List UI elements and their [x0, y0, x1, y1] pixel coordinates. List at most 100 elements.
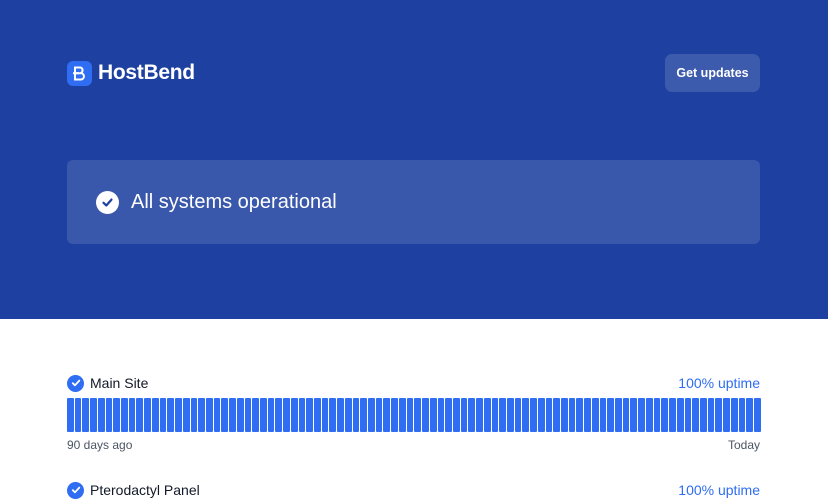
uptime-day-bar[interactable] — [113, 398, 121, 432]
uptime-day-bar[interactable] — [198, 398, 205, 432]
uptime-day-bar[interactable] — [676, 398, 684, 432]
uptime-day-bar[interactable] — [545, 398, 553, 432]
uptime-day-bar[interactable] — [175, 398, 182, 432]
uptime-day-bar[interactable] — [638, 398, 645, 432]
uptime-day-bar[interactable] — [715, 398, 723, 432]
uptime-day-bar[interactable] — [506, 398, 514, 432]
uptime-day-bar[interactable] — [530, 398, 537, 432]
uptime-day-bar[interactable] — [128, 398, 136, 432]
uptime-day-bar[interactable] — [383, 398, 391, 432]
uptime-day-bar[interactable] — [738, 398, 746, 432]
uptime-day-bar[interactable] — [221, 398, 229, 432]
uptime-day-bar[interactable] — [321, 398, 329, 432]
uptime-day-bar[interactable] — [707, 398, 715, 432]
uptime-day-bar[interactable] — [476, 398, 483, 432]
uptime-day-bar[interactable] — [105, 398, 113, 432]
uptime-day-bar[interactable] — [437, 398, 445, 432]
uptime-day-bar[interactable] — [375, 398, 383, 432]
uptime-day-bar[interactable] — [414, 398, 422, 432]
uptime-day-bar[interactable] — [398, 398, 406, 432]
uptime-day-bar[interactable] — [167, 398, 175, 432]
uptime-day-bar[interactable] — [746, 398, 753, 432]
uptime-day-bar[interactable] — [460, 398, 468, 432]
uptime-day-bar[interactable] — [730, 398, 738, 432]
brand-logo[interactable]: HostBend — [67, 60, 195, 86]
uptime-day-bar[interactable] — [74, 398, 82, 432]
uptime-day-bar[interactable] — [406, 398, 414, 432]
uptime-day-bar[interactable] — [259, 398, 267, 432]
uptime-day-bar[interactable] — [630, 398, 638, 432]
uptime-day-bar[interactable] — [352, 398, 360, 432]
uptime-day-bar[interactable] — [329, 398, 337, 432]
hero-banner: HostBend Get updates All systems operati… — [0, 0, 828, 319]
uptime-day-bar[interactable] — [151, 398, 159, 432]
uptime-day-bar[interactable] — [576, 398, 584, 432]
uptime-day-bar[interactable] — [452, 398, 460, 432]
uptime-day-bar[interactable] — [136, 398, 144, 432]
uptime-day-bar[interactable] — [344, 398, 352, 432]
uptime-day-bar[interactable] — [252, 398, 259, 432]
uptime-day-bar[interactable] — [213, 398, 221, 432]
get-updates-button[interactable]: Get updates — [665, 54, 760, 92]
uptime-day-bar[interactable] — [360, 398, 368, 432]
uptime-day-bar[interactable] — [182, 398, 190, 432]
check-circle-icon — [96, 190, 119, 214]
uptime-day-bar[interactable] — [283, 398, 290, 432]
uptime-day-bar[interactable] — [584, 398, 591, 432]
uptime-day-bar[interactable] — [537, 398, 545, 432]
uptime-day-bar[interactable] — [699, 398, 707, 432]
uptime-day-bar[interactable] — [499, 398, 506, 432]
range-end-label: Today — [727, 438, 760, 452]
uptime-day-bar[interactable] — [622, 398, 630, 432]
uptime-day-bar[interactable] — [67, 398, 74, 432]
hostbend-logo-icon — [67, 60, 92, 86]
uptime-day-bar[interactable] — [306, 398, 313, 432]
uptime-day-bar[interactable] — [591, 398, 599, 432]
uptime-day-bar[interactable] — [236, 398, 244, 432]
uptime-day-bar[interactable] — [97, 398, 105, 432]
uptime-day-bar[interactable] — [561, 398, 568, 432]
check-circle-icon — [67, 481, 84, 499]
uptime-day-bar[interactable] — [599, 398, 607, 432]
uptime-day-bar[interactable] — [429, 398, 437, 432]
uptime-day-bar[interactable] — [483, 398, 491, 432]
uptime-day-bar[interactable] — [190, 398, 198, 432]
uptime-day-bar[interactable] — [491, 398, 499, 432]
uptime-day-bar[interactable] — [522, 398, 530, 432]
uptime-day-bar[interactable] — [607, 398, 615, 432]
uptime-day-bar[interactable] — [723, 398, 730, 432]
uptime-day-bar[interactable] — [121, 398, 128, 432]
uptime-day-bar[interactable] — [244, 398, 252, 432]
uptime-bar-chart — [67, 398, 761, 432]
component-name: Main Site — [90, 375, 149, 391]
uptime-day-bar[interactable] — [144, 398, 151, 432]
uptime-day-bar[interactable] — [514, 398, 522, 432]
uptime-day-bar[interactable] — [314, 398, 321, 432]
uptime-day-bar[interactable] — [684, 398, 692, 432]
uptime-day-bar[interactable] — [267, 398, 275, 432]
uptime-day-bar[interactable] — [753, 398, 761, 432]
uptime-day-bar[interactable] — [653, 398, 661, 432]
overall-status-banner: All systems operational — [67, 160, 760, 244]
uptime-day-bar[interactable] — [422, 398, 429, 432]
uptime-day-bar[interactable] — [229, 398, 236, 432]
uptime-day-bar[interactable] — [275, 398, 283, 432]
uptime-day-bar[interactable] — [661, 398, 669, 432]
uptime-day-bar[interactable] — [205, 398, 213, 432]
uptime-day-bar[interactable] — [298, 398, 306, 432]
uptime-day-bar[interactable] — [553, 398, 560, 432]
uptime-day-bar[interactable] — [159, 398, 167, 432]
uptime-day-bar[interactable] — [290, 398, 298, 432]
uptime-day-bar[interactable] — [337, 398, 344, 432]
uptime-day-bar[interactable] — [692, 398, 699, 432]
uptime-day-bar[interactable] — [669, 398, 676, 432]
uptime-day-bar[interactable] — [445, 398, 452, 432]
uptime-day-bar[interactable] — [645, 398, 653, 432]
uptime-day-bar[interactable] — [368, 398, 375, 432]
uptime-day-bar[interactable] — [90, 398, 97, 432]
uptime-day-bar[interactable] — [468, 398, 476, 432]
uptime-day-bar[interactable] — [391, 398, 398, 432]
uptime-day-bar[interactable] — [615, 398, 622, 432]
uptime-day-bar[interactable] — [568, 398, 576, 432]
uptime-day-bar[interactable] — [82, 398, 90, 432]
